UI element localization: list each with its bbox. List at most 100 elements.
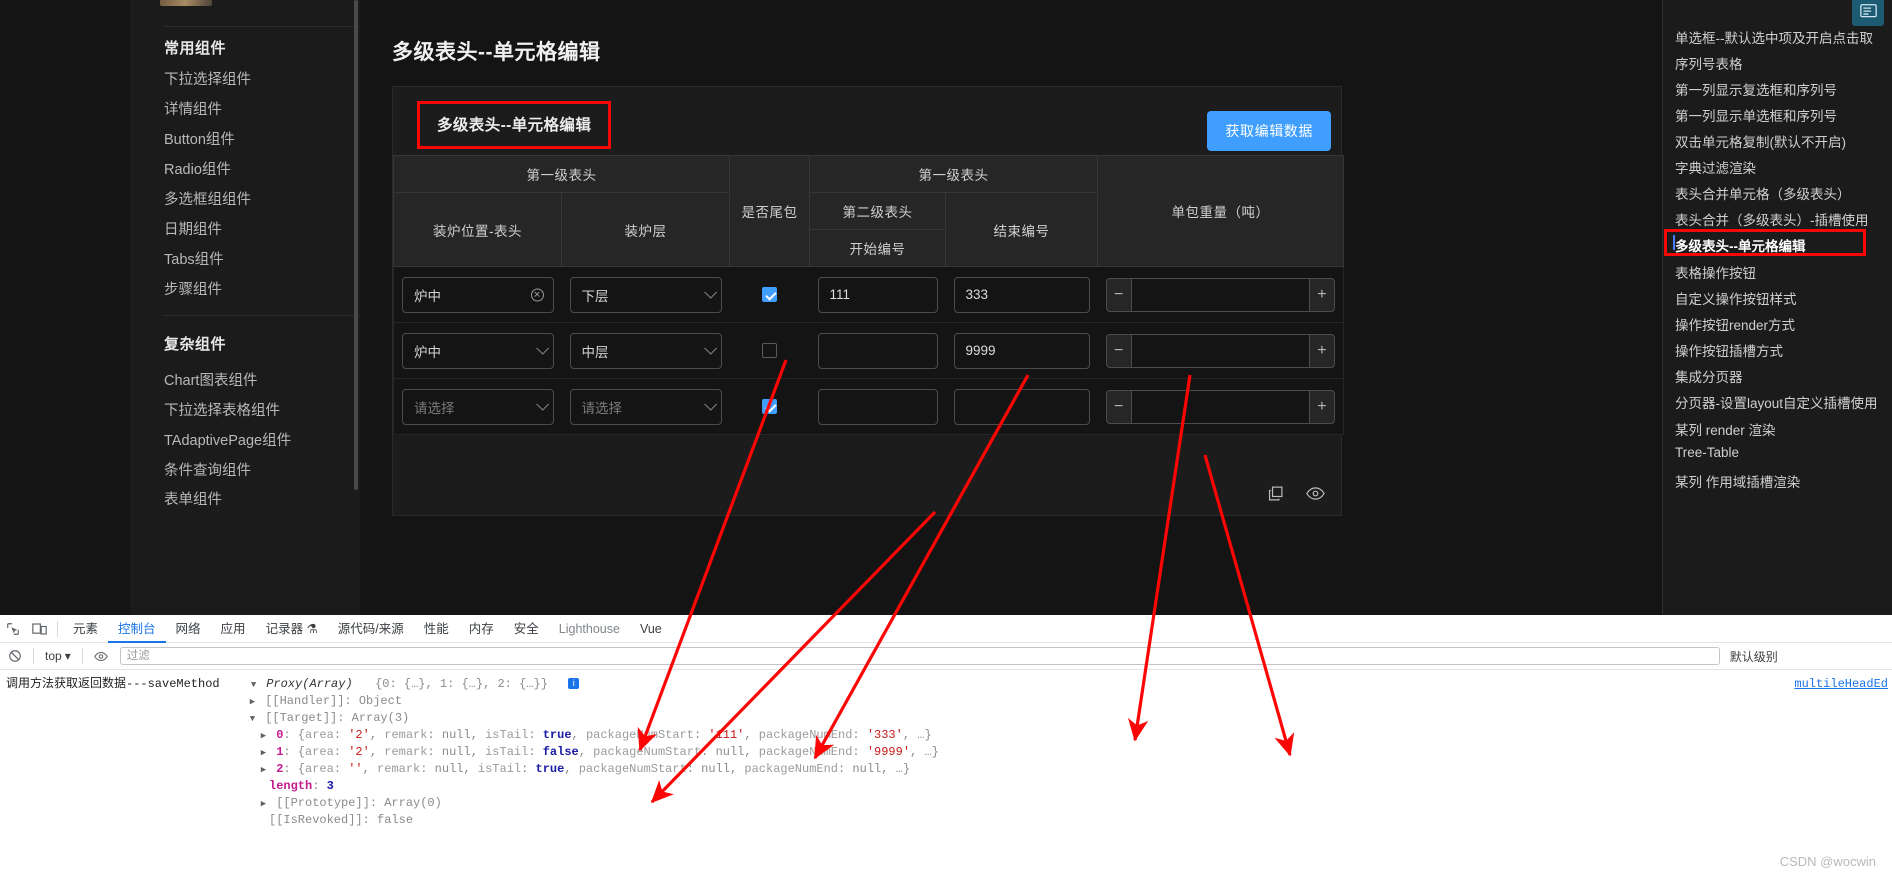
is-tail-checkbox-row1[interactable] — [762, 287, 777, 302]
left-sidebar-scrollbar[interactable] — [353, 0, 359, 615]
package-num-end-input-row3[interactable] — [953, 388, 1090, 425]
get-edit-data-button[interactable]: 获取编辑数据 — [1207, 111, 1331, 151]
expand-triangle-icon[interactable]: ▶ — [258, 762, 269, 779]
stepper-minus-icon[interactable]: − — [1105, 277, 1131, 312]
inspect-element-icon[interactable] — [0, 616, 26, 642]
main-content: 多级表头--单元格编辑 多级表头--单元格编辑 获取编辑数据 第一级表头 是否尾… — [360, 0, 1662, 615]
package-num-end-input-row1[interactable] — [953, 276, 1090, 313]
execution-context-selector[interactable]: top ▾ — [39, 649, 77, 663]
anchor-item-merge-cell[interactable]: 表头合并单元格（多级表头） — [1675, 183, 1851, 203]
tab-lighthouse[interactable]: Lighthouse — [549, 615, 630, 643]
area-select-row2[interactable]: 炉中 — [402, 332, 554, 369]
anchor-item-action-slot[interactable]: 操作按钮插槽方式 — [1675, 340, 1783, 360]
expand-triangle-icon[interactable]: ▼ — [248, 677, 259, 694]
console-filter-input[interactable] — [119, 647, 1720, 665]
anchor-item-multi-header-edit[interactable]: 多级表头--单元格编辑 — [1675, 235, 1806, 255]
sidebar-item-select[interactable]: 下拉选择组件 — [164, 68, 251, 89]
sidebar-item-select-table[interactable]: 下拉选择表格组件 — [164, 399, 280, 420]
tab-console[interactable]: 控制台 — [108, 615, 166, 643]
sidebar-item-adaptive-page[interactable]: TAdaptivePage组件 — [164, 429, 291, 450]
sidebar-item-tabs[interactable]: Tabs组件 — [164, 248, 224, 269]
anchor-item-scoped-slot[interactable]: 某列 作用域插槽渲染 — [1675, 471, 1800, 491]
anchor-item-radio-serial[interactable]: 第一列显示单选框和序列号 — [1675, 105, 1837, 125]
device-toolbar-icon[interactable] — [26, 616, 52, 642]
anchor-item-action-render[interactable]: 操作按钮render方式 — [1675, 314, 1795, 334]
anchor-item-merge-slot[interactable]: 表头合并（多级表头）-插槽使用 — [1675, 209, 1869, 229]
weight-stepper-row3[interactable]: − + — [1105, 389, 1335, 424]
sidebar-item-radio[interactable]: Radio组件 — [164, 158, 231, 179]
expand-triangle-icon[interactable]: ▶ — [258, 745, 269, 762]
stepper-plus-icon[interactable]: + — [1309, 333, 1335, 368]
anchor-item-serial-table[interactable]: 序列号表格 — [1675, 53, 1743, 73]
tab-memory[interactable]: 内存 — [459, 615, 504, 643]
anchor-item-dict-filter[interactable]: 字典过滤渲染 — [1675, 157, 1756, 177]
sidebar-item-detail[interactable]: 详情组件 — [164, 98, 222, 119]
anchor-item-dblclick-copy[interactable]: 双击单元格复制(默认不开启) — [1675, 131, 1846, 151]
scrollbar-thumb[interactable] — [354, 0, 358, 490]
tab-security[interactable]: 安全 — [504, 615, 549, 643]
layer-select-row2[interactable]: 中层 — [569, 332, 722, 369]
stepper-minus-icon[interactable]: − — [1105, 389, 1131, 424]
tab-performance[interactable]: 性能 — [414, 615, 459, 643]
weight-input-row2[interactable] — [1130, 333, 1310, 368]
anchor-item-radio-default[interactable]: 单选框--默认选中项及开启点击取 — [1675, 27, 1873, 47]
area-select-row1[interactable]: 炉中 ✕ — [402, 276, 554, 313]
weight-input-row1[interactable] — [1130, 277, 1310, 312]
package-num-end-input-row2[interactable] — [953, 332, 1090, 369]
anchor-item-table-action-buttons[interactable]: 表格操作按钮 — [1675, 262, 1756, 282]
weight-input-row3[interactable] — [1130, 389, 1310, 424]
sidebar-item-condition-query[interactable]: 条件查询组件 — [164, 459, 251, 480]
layer-select-row1[interactable]: 下层 — [569, 276, 722, 313]
tab-vue[interactable]: Vue — [630, 615, 672, 643]
tab-network[interactable]: 网络 — [166, 615, 211, 643]
anchor-item-custom-action-style[interactable]: 自定义操作按钮样式 — [1675, 288, 1797, 308]
clear-icon[interactable]: ✕ — [530, 288, 544, 301]
area-select-value-row1: 炉中 — [414, 288, 441, 304]
sidebar-item-chart[interactable]: Chart图表组件 — [164, 369, 257, 390]
package-num-start-input-row3[interactable] — [817, 388, 938, 425]
eye-icon[interactable] — [1306, 485, 1325, 502]
is-tail-checkbox-row2[interactable] — [762, 343, 777, 358]
length-label: length — [269, 779, 313, 793]
tab-recorder[interactable]: 记录器 ⚗ — [256, 615, 328, 643]
stepper-plus-icon[interactable]: + — [1309, 389, 1335, 424]
console-settings-eye-icon[interactable] — [88, 643, 114, 669]
weight-stepper-row2[interactable]: − + — [1105, 333, 1335, 368]
cell-is-tail — [729, 266, 810, 323]
expand-triangle-icon[interactable]: ▶ — [258, 728, 269, 745]
layer-select-value-row3: 请选择 — [581, 400, 623, 416]
expand-triangle-icon[interactable]: ▼ — [247, 711, 258, 728]
anchor-item-checkbox-serial[interactable]: 第一列显示复选框和序列号 — [1675, 79, 1837, 99]
floating-tool-icon[interactable] — [1852, 0, 1884, 26]
sidebar-item-steps[interactable]: 步骤组件 — [164, 278, 222, 299]
package-num-start-input-row2[interactable] — [817, 332, 938, 369]
is-tail-checkbox-row3[interactable] — [762, 399, 777, 414]
expand-triangle-icon[interactable]: ▶ — [247, 694, 258, 711]
anchor-item-tree-table[interactable]: Tree-Table — [1675, 445, 1739, 460]
copy-icon[interactable] — [1267, 485, 1284, 502]
sidebar-item-button[interactable]: Button组件 — [164, 128, 235, 149]
header-furnace-layer: 装炉层 — [561, 192, 730, 267]
expand-triangle-icon[interactable]: ▶ — [258, 796, 269, 813]
stepper-plus-icon[interactable]: + — [1309, 277, 1335, 312]
anchor-item-pagination[interactable]: 集成分页器 — [1675, 366, 1743, 386]
tab-application[interactable]: 应用 — [211, 615, 256, 643]
weight-stepper-row1[interactable]: − + — [1105, 277, 1335, 312]
length-value: 3 — [326, 779, 334, 793]
area-select-row3[interactable]: 请选择 — [402, 388, 554, 425]
tab-sources[interactable]: 源代码/来源 — [328, 615, 414, 643]
anchor-item-pagination-layout[interactable]: 分页器-设置layout自定义插槽使用 — [1675, 392, 1878, 412]
stepper-minus-icon[interactable]: − — [1105, 333, 1131, 368]
console-level-selector[interactable]: 默认级别 — [1730, 648, 1778, 665]
package-num-start-input-row1[interactable] — [817, 276, 938, 313]
entry-remark: null — [441, 745, 471, 759]
anchor-item-column-render[interactable]: 某列 render 渲染 — [1675, 419, 1776, 439]
sidebar-item-form[interactable]: 表单组件 — [164, 488, 222, 509]
console-source-link[interactable]: multileHeadEd — [1794, 676, 1888, 693]
sidebar-item-checkbox-group[interactable]: 多选框组组件 — [164, 188, 251, 209]
sidebar-item-date[interactable]: 日期组件 — [164, 218, 222, 239]
clear-console-icon[interactable] — [2, 643, 28, 669]
info-icon[interactable]: i — [568, 678, 580, 690]
tab-elements[interactable]: 元素 — [63, 615, 108, 643]
layer-select-row3[interactable]: 请选择 — [569, 388, 722, 425]
